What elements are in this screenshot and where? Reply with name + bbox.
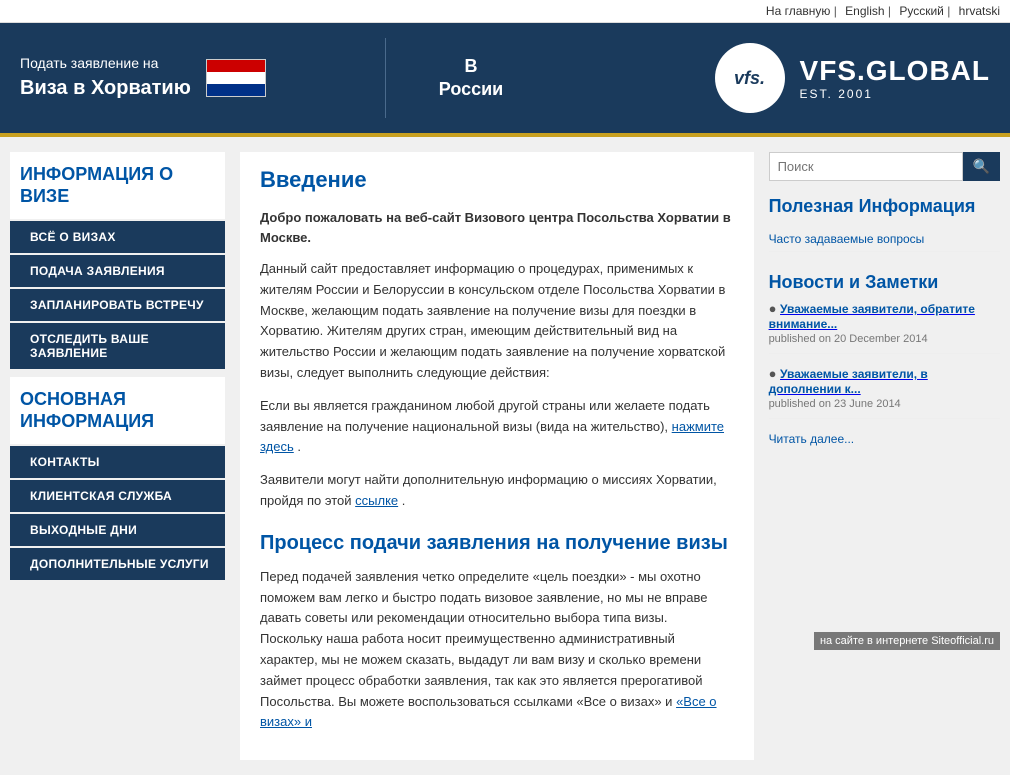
search-box: 🔍 xyxy=(769,152,1000,181)
content-title2: Процесс подачи заявления на получение ви… xyxy=(260,532,734,555)
sidebar-item-contacts[interactable]: КОНТАКТЫ xyxy=(10,446,225,478)
useful-info-list: Часто задаваемые вопросы xyxy=(769,226,1000,252)
news-item-2: ● Уважаемые заявители, в дополнении к...… xyxy=(769,366,1000,419)
nav-english-link[interactable]: English xyxy=(840,4,888,18)
header-title: Подать заявление на Виза в Хорватию xyxy=(20,54,191,102)
left-sidebar: ИНФОРМАЦИЯ О ВИЗЕ ВСЁ О ВИЗАХ ПОДАЧА ЗАЯ… xyxy=(10,152,225,760)
page-header: Подать заявление на Виза в Хорватию В Ро… xyxy=(0,23,1010,133)
main-content: Введение Добро пожаловать на веб-сайт Ви… xyxy=(240,152,754,760)
sidebar-item-holidays[interactable]: ВЫХОДНЫЕ ДНИ xyxy=(10,514,225,546)
useful-info-section: Полезная Информация Часто задаваемые воп… xyxy=(769,196,1000,252)
vfs-brand-text: VFS.GLOBAL EST. 2001 xyxy=(800,55,990,101)
news-section: Новости и Заметки ● Уважаемые заявители,… xyxy=(769,272,1000,447)
content-para1: Данный сайт предоставляет информацию о п… xyxy=(260,259,734,384)
flag-red-stripe xyxy=(207,60,265,72)
header-divider xyxy=(385,38,386,118)
sidebar-item-visas[interactable]: ВСЁ О ВИЗАХ xyxy=(10,221,225,253)
news-link-1[interactable]: Уважаемые заявители, обратите внимание..… xyxy=(769,301,975,331)
sidebar-item-apply[interactable]: ПОДАЧА ЗАЯВЛЕНИЯ xyxy=(10,255,225,287)
header-country: В России xyxy=(411,55,531,102)
read-more-link[interactable]: Читать далее... xyxy=(769,432,855,446)
sidebar-item-schedule[interactable]: ЗАПЛАНИРОВАТЬ ВСТРЕЧУ xyxy=(10,289,225,321)
sidebar-item-track[interactable]: ОТСЛЕДИТЬ ВАШЕ ЗАЯВЛЕНИЕ xyxy=(10,323,225,369)
sidebar-item-client-service[interactable]: КЛИЕНТСКАЯ СЛУЖБА xyxy=(10,480,225,512)
content-para2: Если вы является гражданином любой друго… xyxy=(260,396,734,458)
header-branding: Подать заявление на Виза в Хорватию xyxy=(20,54,360,102)
header-logo: vfs. VFS.GLOBAL EST. 2001 xyxy=(715,43,990,113)
news-link-2[interactable]: Уважаемые заявители, в дополнении к... xyxy=(769,366,928,396)
content-intro: Добро пожаловать на веб-сайт Визового це… xyxy=(260,208,734,247)
content-para4: Перед подачей заявления четко определите… xyxy=(260,567,734,733)
news-date-1: published on 20 December 2014 xyxy=(769,333,1000,345)
sidebar-section1-header: ИНФОРМАЦИЯ О ВИЗЕ xyxy=(10,152,225,219)
news-title: Новости и Заметки xyxy=(769,272,1000,294)
vfs-logo-circle: vfs. xyxy=(715,43,785,113)
search-button[interactable]: 🔍 xyxy=(963,152,1000,181)
nav-home-link[interactable]: На главную xyxy=(761,4,834,18)
content-title1: Введение xyxy=(260,167,734,193)
useful-info-title: Полезная Информация xyxy=(769,196,1000,218)
flag-blue-stripe xyxy=(207,84,265,96)
news-bullet-2: ● Уважаемые заявители, в дополнении к... xyxy=(769,366,1000,396)
nav-russian-link[interactable]: Русский xyxy=(894,4,947,18)
missions-link[interactable]: ссылке xyxy=(355,493,398,508)
content-para3: Заявители могут найти дополнительную инф… xyxy=(260,470,734,512)
sidebar-item-additional[interactable]: ДОПОЛНИТЕЛЬНЫЕ УСЛУГИ xyxy=(10,548,225,580)
faq-link[interactable]: Часто задаваемые вопросы xyxy=(769,232,925,246)
news-bullet-1: ● Уважаемые заявители, обратите внимание… xyxy=(769,301,1000,331)
search-input[interactable] xyxy=(769,152,963,181)
news-item-1: ● Уважаемые заявители, обратите внимание… xyxy=(769,301,1000,354)
header-line2: Виза в Хорватию xyxy=(20,74,191,102)
nav-croatian-link[interactable]: hrvatski xyxy=(954,4,1000,18)
top-navigation: На главную | English | Русский | hrvatsk… xyxy=(0,0,1010,23)
flag-white-stripe xyxy=(207,72,265,84)
main-container: ИНФОРМАЦИЯ О ВИЗЕ ВСЁ О ВИЗАХ ПОДАЧА ЗАЯ… xyxy=(0,137,1010,775)
header-line1: Подать заявление на xyxy=(20,54,191,74)
faq-list-item: Часто задаваемые вопросы xyxy=(769,226,1000,252)
right-sidebar: 🔍 Полезная Информация Часто задаваемые в… xyxy=(769,152,1000,760)
croatia-flag xyxy=(206,59,266,97)
sidebar-section2-header: ОСНОВНАЯ ИНФОРМАЦИЯ xyxy=(10,377,225,444)
news-date-2: published on 23 June 2014 xyxy=(769,398,1000,410)
